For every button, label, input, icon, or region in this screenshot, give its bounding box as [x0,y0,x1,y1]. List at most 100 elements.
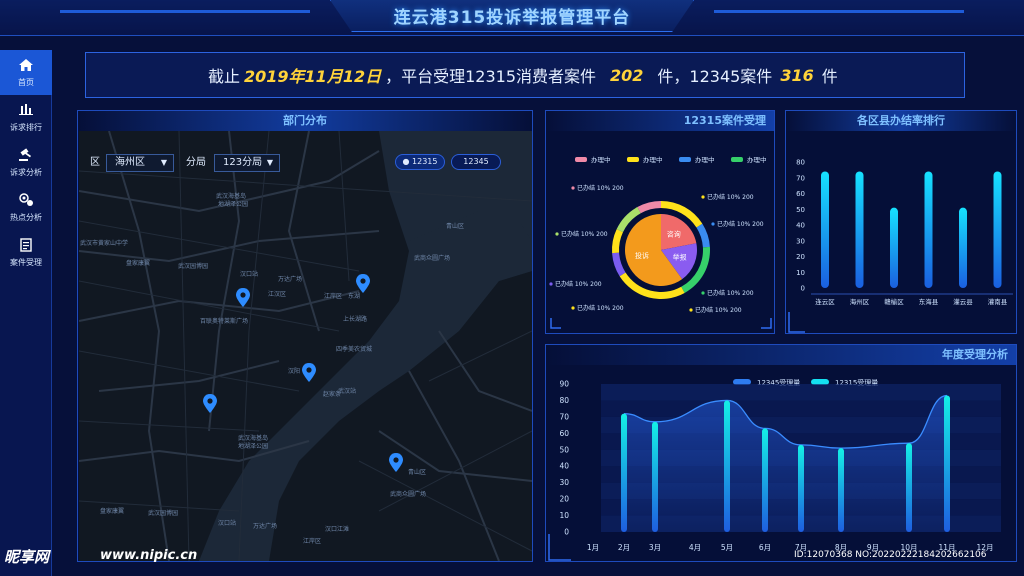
district-label: 区 [90,157,100,168]
line-y-tick-label: 30 [559,478,569,487]
map-place-label: 盘家康翼 [100,508,125,515]
sidebar-item-cases[interactable]: 案件受理 [0,230,52,275]
line-x-tick-label: 5月 [721,543,733,552]
sidebar-item-ranking[interactable]: 诉求排行 [0,95,52,140]
map-place-label: 赵家条 [323,391,342,398]
bars-panel: 各区县办结率排行 0 10 20 30 40 50 60 70 80 连云区 海州区 赣榆区 东海县 灌云… [785,110,1017,334]
toggle-12345-button[interactable]: 12345 [451,154,501,170]
map-pin-icon[interactable] [302,363,316,382]
sidebar-item-label: 案件受理 [10,257,42,267]
line-y-tick-label: 70 [559,412,569,421]
map-place-label: 汉口站 [240,271,259,278]
bar [959,207,967,288]
page-title: 连云港315投诉举报管理平台 [393,8,631,28]
map-pin-icon[interactable] [236,288,250,307]
line-y-tick-label: 80 [559,396,569,405]
pie-slice-label: 咨询 [667,230,681,239]
map-place-label: 百联奥特莱斯广场 [200,318,249,325]
header-deco-left [60,10,310,13]
frame-corner [788,312,805,333]
line-x-tick-label: 4月 [689,543,701,552]
bureau-label: 分局 [186,157,206,168]
bar-chart: 0 10 20 30 40 50 60 70 80 连云区 海州区 赣榆区 东海县 灌云县 灌南县 [788,159,1013,333]
summary-text-2: 件，12345案件 [657,67,773,86]
column-bar [724,400,730,532]
bar-y-tick-label: 30 [796,237,805,245]
map-place-label: 地湖泽公园 [238,443,269,450]
sidebar-item-label: 诉求分析 [10,167,42,177]
column-bar [652,421,658,532]
bar-y-tick-label: 20 [796,253,805,261]
line-chart: 12345受理量 12315受理量01020304050607080901月 2月 3… [548,378,1001,561]
legend-swatch [731,157,743,162]
sidebar-item-analysis[interactable]: 诉求分析 [0,140,52,185]
map-pin-icon[interactable] [389,453,403,472]
sidebar-item-hotspot[interactable]: 热点分析 [0,185,52,230]
pie-callout-label: 已办结 10% 200 [707,193,754,201]
pie-callout-label: 已办结 10% 200 [695,306,742,314]
map-place-label: 四季美农贸城 [336,346,373,353]
map-panel-title: 部门分布 [78,111,532,131]
bar-y-tick-label: 40 [796,222,805,230]
hotspot-icon [18,192,34,209]
bar-x-tick-label: 灌云县 [953,297,973,306]
bureau-select[interactable]: 123分局 ▼ [214,154,280,172]
pie-callout-label: 已办结 10% 200 [717,220,764,228]
line-y-tick-label: 90 [559,380,569,389]
frame-corner [548,534,571,561]
line-panel-title: 年度受理分析 [546,345,1016,365]
map-place-label: 汉口站 [218,520,237,527]
bar-x-tick-label: 赣榆区 [884,297,904,306]
frame-corner [550,318,772,329]
sidebar-item-label: 首页 [18,77,34,87]
line-y-tick-label: 10 [559,511,569,520]
bar-x-tick-label: 连云区 [815,297,835,306]
district-select[interactable]: 海州区 ▼ [106,154,174,172]
bureau-select-value: 123分局 [223,157,263,168]
document-icon [19,237,33,254]
map-place-label: 江岸区 [324,293,343,300]
map[interactable] [79,131,532,561]
map-pin-icon[interactable] [203,394,217,413]
line-y-tick-label: 40 [559,462,569,471]
watermark-brand: 昵享网 [4,548,50,566]
watermark-url: www.nipic.cn [100,548,198,563]
map-place-label: 地湖泽公园 [218,201,249,208]
pie-panel-title: 12315案件受理 [546,111,774,131]
map-pin-icon[interactable] [356,274,370,293]
bar-chart-icon [19,103,33,119]
sidebar-item-home[interactable]: 首页 [0,50,52,95]
line-y-tick-label: 60 [559,429,569,438]
bar [821,171,829,288]
bar-y-tick-label: 0 [801,285,805,293]
map-place-label: 万达广场 [278,276,303,283]
bars-panel-title: 各区县办结率排行 [786,111,1016,131]
toggle-12315-button[interactable]: ● 12315 [395,154,445,170]
legend-label: 办理中 [695,155,715,164]
map-place-label: 武汉园博园 [178,263,209,270]
callout-dot [571,186,575,190]
map-place-label: 青山区 [408,469,427,476]
map-roads [79,131,532,561]
line-panel: 年度受理分析 12345受理量 12315受理量 0 10 20 30 40 50 60 70 80… [545,344,1017,562]
sidebar-item-label: 热点分析 [10,212,42,222]
bar-y-tick-label: 70 [796,174,805,182]
bar-x-tick-label: 海州区 [850,297,870,306]
legend-swatch [575,157,587,162]
line-x-tick-label: 1月 [587,543,599,552]
gavel-icon [18,147,34,164]
bar [993,171,1002,288]
summary-date: 2019年11月12日 [244,67,382,86]
sidebar-item-label: 诉求排行 [10,122,42,132]
bar-x-tick-label: 东海县 [919,297,939,306]
summary-count-12345: 316 [780,65,814,85]
summary-count-12315: 202 [610,65,644,85]
line-y-tick-label: 50 [559,445,569,454]
callout-dot [711,222,715,226]
legend-label: 办理中 [747,155,767,164]
column-bar [944,395,950,532]
header-deco-right [714,10,964,13]
line-x-tick-label: 6月 [759,543,771,552]
sidebar: 首页 诉求排行 诉求分析 热点分析 案件受理 [0,50,52,576]
map-place-label: 青山区 [446,223,465,230]
